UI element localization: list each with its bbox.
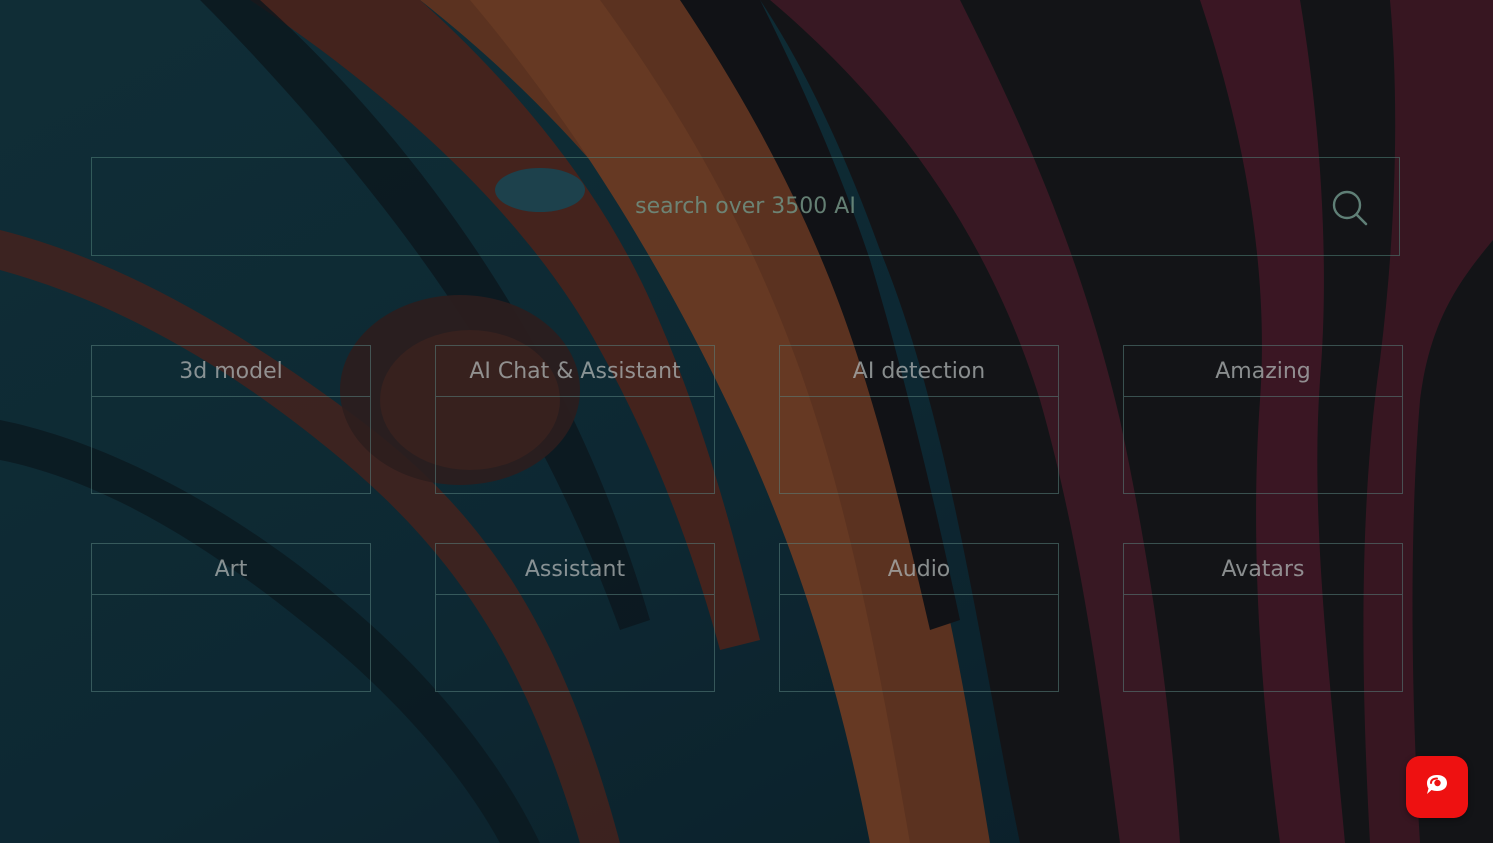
- category-card-3d-model[interactable]: 3d model: [91, 345, 371, 494]
- category-body: [92, 397, 370, 493]
- category-title: Avatars: [1124, 544, 1402, 595]
- chat-widget-button[interactable]: [1406, 756, 1468, 818]
- search-bar[interactable]: [91, 157, 1400, 256]
- category-title: Audio: [780, 544, 1058, 595]
- category-title: Assistant: [436, 544, 714, 595]
- category-card-ai-detection[interactable]: AI detection: [779, 345, 1059, 494]
- category-body: [1124, 595, 1402, 691]
- category-body: [1124, 397, 1402, 493]
- category-title: Amazing: [1124, 346, 1402, 397]
- category-title: AI Chat & Assistant: [436, 346, 714, 397]
- category-grid: 3d model AI Chat & Assistant AI detectio…: [91, 345, 1403, 692]
- category-card-assistant[interactable]: Assistant: [435, 543, 715, 692]
- category-body: [92, 595, 370, 691]
- category-card-ai-chat-assistant[interactable]: AI Chat & Assistant: [435, 345, 715, 494]
- chat-bubble-icon: [1421, 769, 1453, 805]
- category-title: Art: [92, 544, 370, 595]
- category-card-art[interactable]: Art: [91, 543, 371, 692]
- category-body: [780, 397, 1058, 493]
- category-body: [436, 595, 714, 691]
- category-card-audio[interactable]: Audio: [779, 543, 1059, 692]
- category-card-amazing[interactable]: Amazing: [1123, 345, 1403, 494]
- category-body: [436, 397, 714, 493]
- category-title: AI detection: [780, 346, 1058, 397]
- search-icon[interactable]: [1331, 189, 1369, 227]
- category-card-avatars[interactable]: Avatars: [1123, 543, 1403, 692]
- search-input[interactable]: [92, 158, 1399, 255]
- category-body: [780, 595, 1058, 691]
- category-title: 3d model: [92, 346, 370, 397]
